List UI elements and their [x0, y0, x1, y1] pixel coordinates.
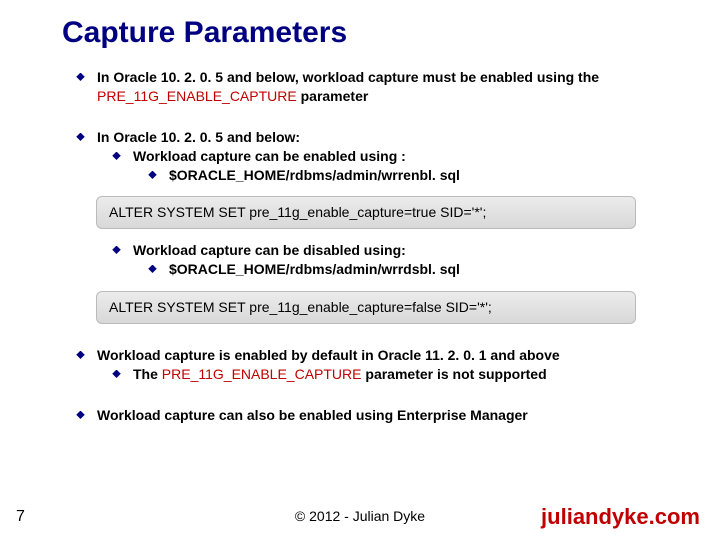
slide-body: In Oracle 10. 2. 0. 5 and below, workloa…: [76, 68, 676, 425]
bullet-3a-text: The PRE_11G_ENABLE_CAPTURE parameter is …: [133, 365, 676, 384]
bullet-2b: Workload capture can be disabled using:: [112, 241, 676, 260]
bullet-2b1-text: $ORACLE_HOME/rdbms/admin/wrrdsbl. sql: [169, 261, 460, 277]
bullet-3a: The PRE_11G_ENABLE_CAPTURE parameter is …: [112, 365, 676, 384]
bullet-1-pre: In Oracle 10. 2. 0. 5 and below, workloa…: [97, 69, 599, 85]
diamond-icon: [76, 133, 85, 142]
bullet-3a-post: parameter is not supported: [362, 366, 547, 382]
bullet-2-line: In Oracle 10. 2. 0. 5 and below:: [97, 129, 300, 145]
site-branding: juliandyke.com: [541, 504, 700, 530]
slide-title: Capture Parameters: [62, 16, 347, 50]
bullet-2a1: $ORACLE_HOME/rdbms/admin/wrrenbl. sql: [148, 166, 676, 185]
bullet-3a-pre: The: [133, 366, 162, 382]
param-pre11g: PRE_11G_ENABLE_CAPTURE: [97, 88, 297, 104]
bullet-1-text: In Oracle 10. 2. 0. 5 and below, workloa…: [97, 68, 676, 106]
bullet-2a: Workload capture can be enabled using :: [112, 147, 676, 166]
diamond-icon: [148, 171, 157, 180]
diamond-icon: [148, 265, 157, 274]
param-pre11g-2: PRE_11G_ENABLE_CAPTURE: [162, 366, 362, 382]
bullet-2: In Oracle 10. 2. 0. 5 and below:: [76, 128, 676, 147]
bullet-1-post: parameter: [297, 88, 369, 104]
bullet-1: In Oracle 10. 2. 0. 5 and below, workloa…: [76, 68, 676, 106]
diamond-icon: [76, 351, 85, 360]
diamond-icon: [112, 370, 121, 379]
bullet-2a-text: Workload capture can be enabled using :: [133, 148, 406, 164]
diamond-icon: [76, 73, 85, 82]
bullet-3: Workload capture is enabled by default i…: [76, 346, 676, 365]
bullet-2b1: $ORACLE_HOME/rdbms/admin/wrrdsbl. sql: [148, 260, 676, 279]
code-block-disable: ALTER SYSTEM SET pre_11g_enable_capture=…: [96, 291, 636, 324]
bullet-4: Workload capture can also be enabled usi…: [76, 406, 676, 425]
bullet-3-line1: Workload capture is enabled by default i…: [97, 347, 560, 363]
code-block-enable: ALTER SYSTEM SET pre_11g_enable_capture=…: [96, 196, 636, 229]
diamond-icon: [112, 152, 121, 161]
bullet-2-text: In Oracle 10. 2. 0. 5 and below:: [97, 128, 676, 147]
bullet-2b-text: Workload capture can be disabled using:: [133, 242, 406, 258]
diamond-icon: [76, 411, 85, 420]
bullet-2a1-text: $ORACLE_HOME/rdbms/admin/wrrenbl. sql: [169, 167, 460, 183]
bullet-4-text: Workload capture can also be enabled usi…: [97, 407, 528, 423]
diamond-icon: [112, 246, 121, 255]
